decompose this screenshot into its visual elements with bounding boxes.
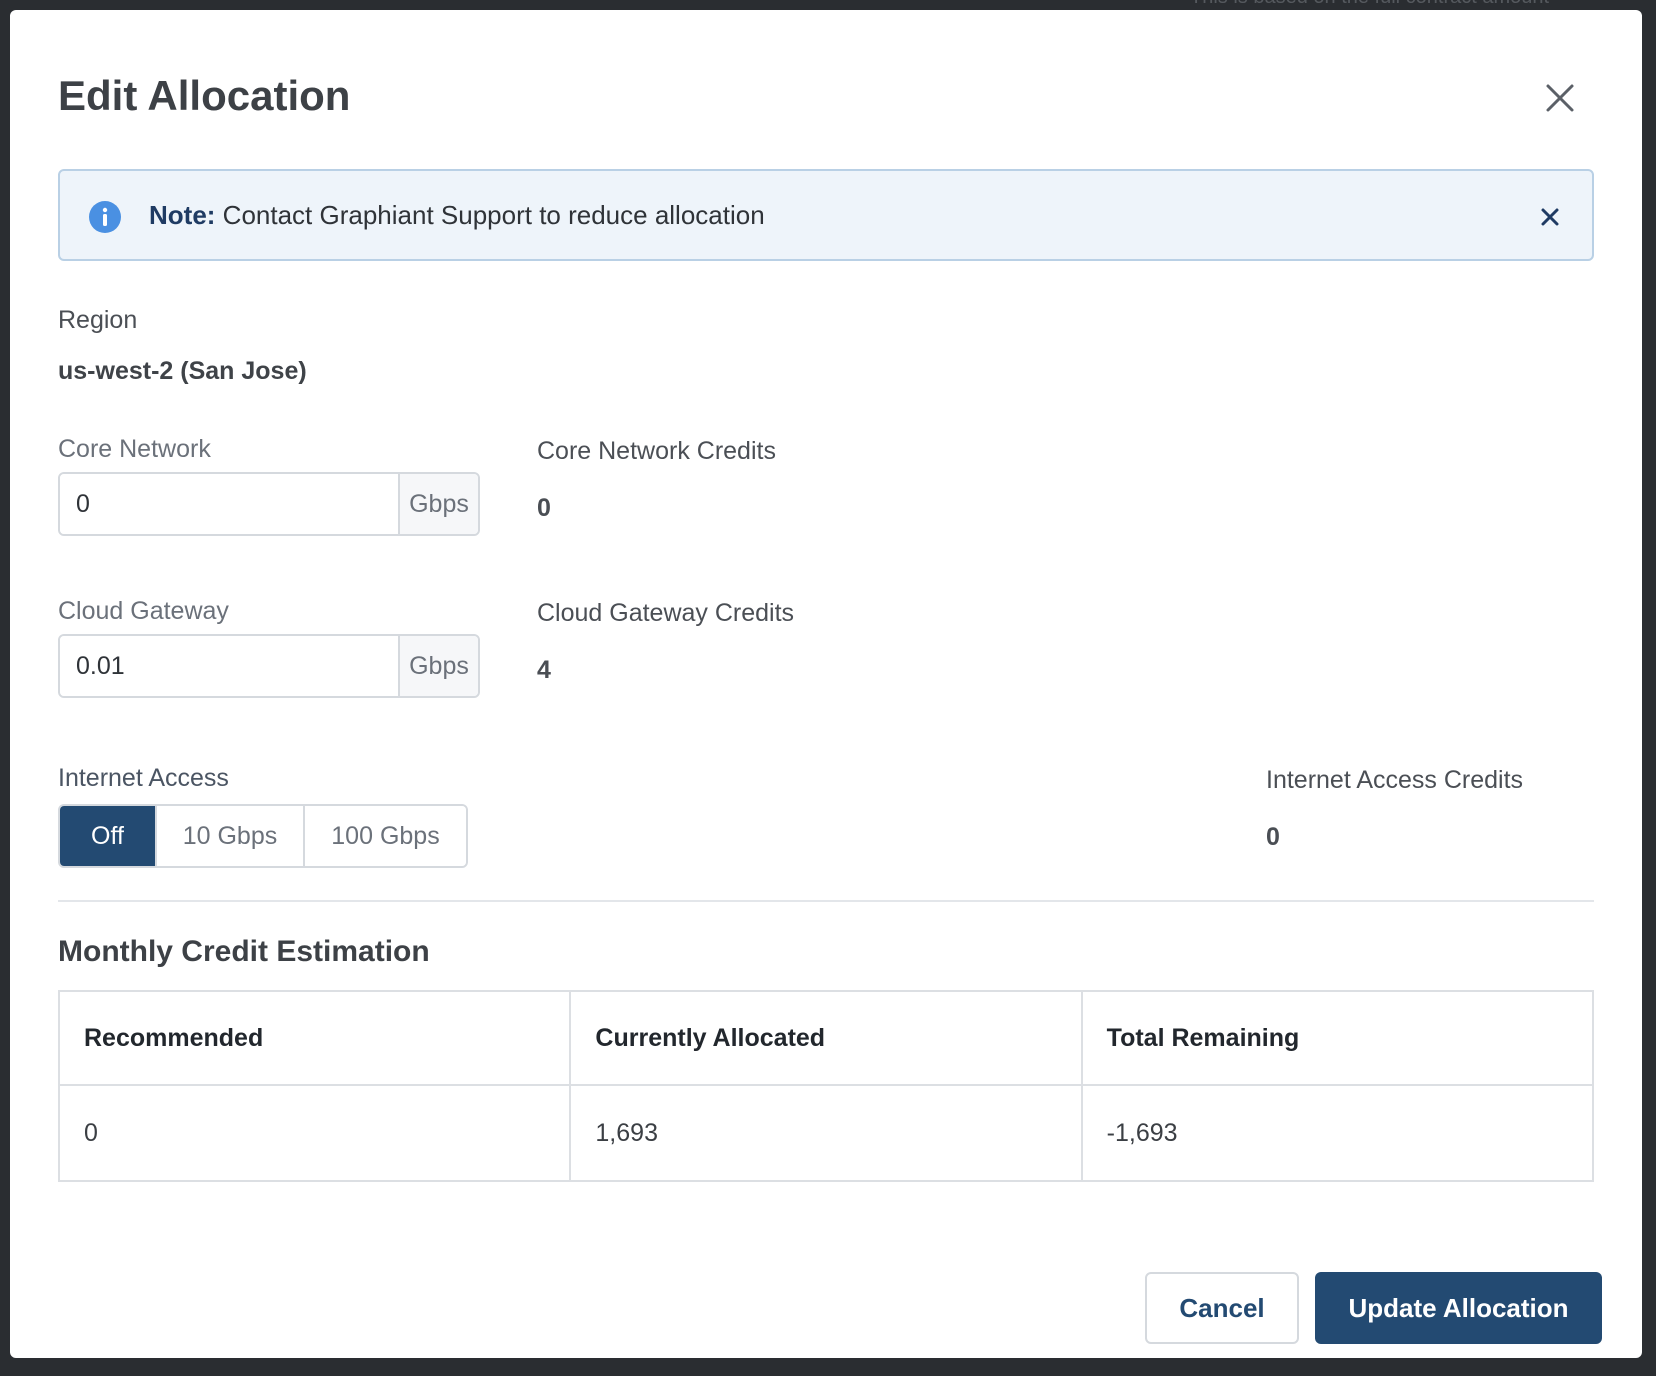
backdrop-text: This is based on the full contract amoun… xyxy=(1190,0,1549,9)
note-message: Note: Contact Graphiant Support to reduc… xyxy=(149,200,765,231)
cloud-gateway-label: Cloud Gateway xyxy=(58,597,229,625)
close-icon xyxy=(1541,208,1559,226)
section-divider xyxy=(58,900,1594,902)
internet-access-credits-label: Internet Access Credits xyxy=(1266,766,1524,794)
close-modal-button[interactable] xyxy=(1540,78,1580,118)
table-row: 0 1,693 -1,693 xyxy=(57,1084,1595,1182)
region-label: Region xyxy=(58,306,138,334)
cloud-gateway-input[interactable] xyxy=(60,636,398,696)
region-value: us-west-2 (San Jose) xyxy=(58,357,307,385)
cloud-gateway-input-group: Gbps xyxy=(58,634,480,698)
cancel-button[interactable]: Cancel xyxy=(1145,1272,1299,1344)
core-network-unit: Gbps xyxy=(398,474,478,534)
internet-access-option-10gbps[interactable]: 10 Gbps xyxy=(155,806,303,866)
header-currently-allocated: Currently Allocated xyxy=(569,990,1083,1086)
header-recommended: Recommended xyxy=(57,990,572,1086)
recommended-value: 0 xyxy=(57,1084,572,1182)
core-network-label: Core Network xyxy=(58,435,211,463)
info-note: Note: Contact Graphiant Support to reduc… xyxy=(58,169,1594,261)
internet-access-option-100gbps[interactable]: 100 Gbps xyxy=(303,806,466,866)
update-allocation-button[interactable]: Update Allocation xyxy=(1315,1272,1602,1344)
core-network-input-group: Gbps xyxy=(58,472,480,536)
close-icon xyxy=(1546,84,1574,112)
dismiss-note-button[interactable] xyxy=(1538,205,1562,229)
cloud-gateway-unit: Gbps xyxy=(398,636,478,696)
core-network-credits-label: Core Network Credits xyxy=(537,437,776,465)
header-total-remaining: Total Remaining xyxy=(1080,990,1595,1086)
cloud-gateway-credits-label: Cloud Gateway Credits xyxy=(537,599,795,627)
core-network-credits-value: 0 xyxy=(537,494,551,522)
table-header-row: Recommended Currently Allocated Total Re… xyxy=(57,990,1595,1086)
info-icon xyxy=(89,201,121,233)
note-label: Note: xyxy=(149,200,216,230)
edit-allocation-modal: Edit Allocation Note: Contact Graphiant … xyxy=(10,10,1642,1358)
note-text: Contact Graphiant Support to reduce allo… xyxy=(222,200,765,230)
internet-access-label: Internet Access xyxy=(58,764,229,792)
modal-title: Edit Allocation xyxy=(58,72,351,119)
estimation-table: Recommended Currently Allocated Total Re… xyxy=(57,990,1595,1182)
internet-access-credits-value: 0 xyxy=(1266,823,1280,851)
internet-access-option-off[interactable]: Off xyxy=(60,806,155,866)
core-network-input[interactable] xyxy=(60,474,398,534)
cloud-gateway-credits-value: 4 xyxy=(537,656,551,684)
total-remaining-value: -1,693 xyxy=(1080,1084,1595,1182)
currently-allocated-value: 1,693 xyxy=(569,1084,1083,1182)
internet-access-toggle: Off 10 Gbps 100 Gbps xyxy=(58,804,468,868)
estimation-title: Monthly Credit Estimation xyxy=(58,935,430,968)
